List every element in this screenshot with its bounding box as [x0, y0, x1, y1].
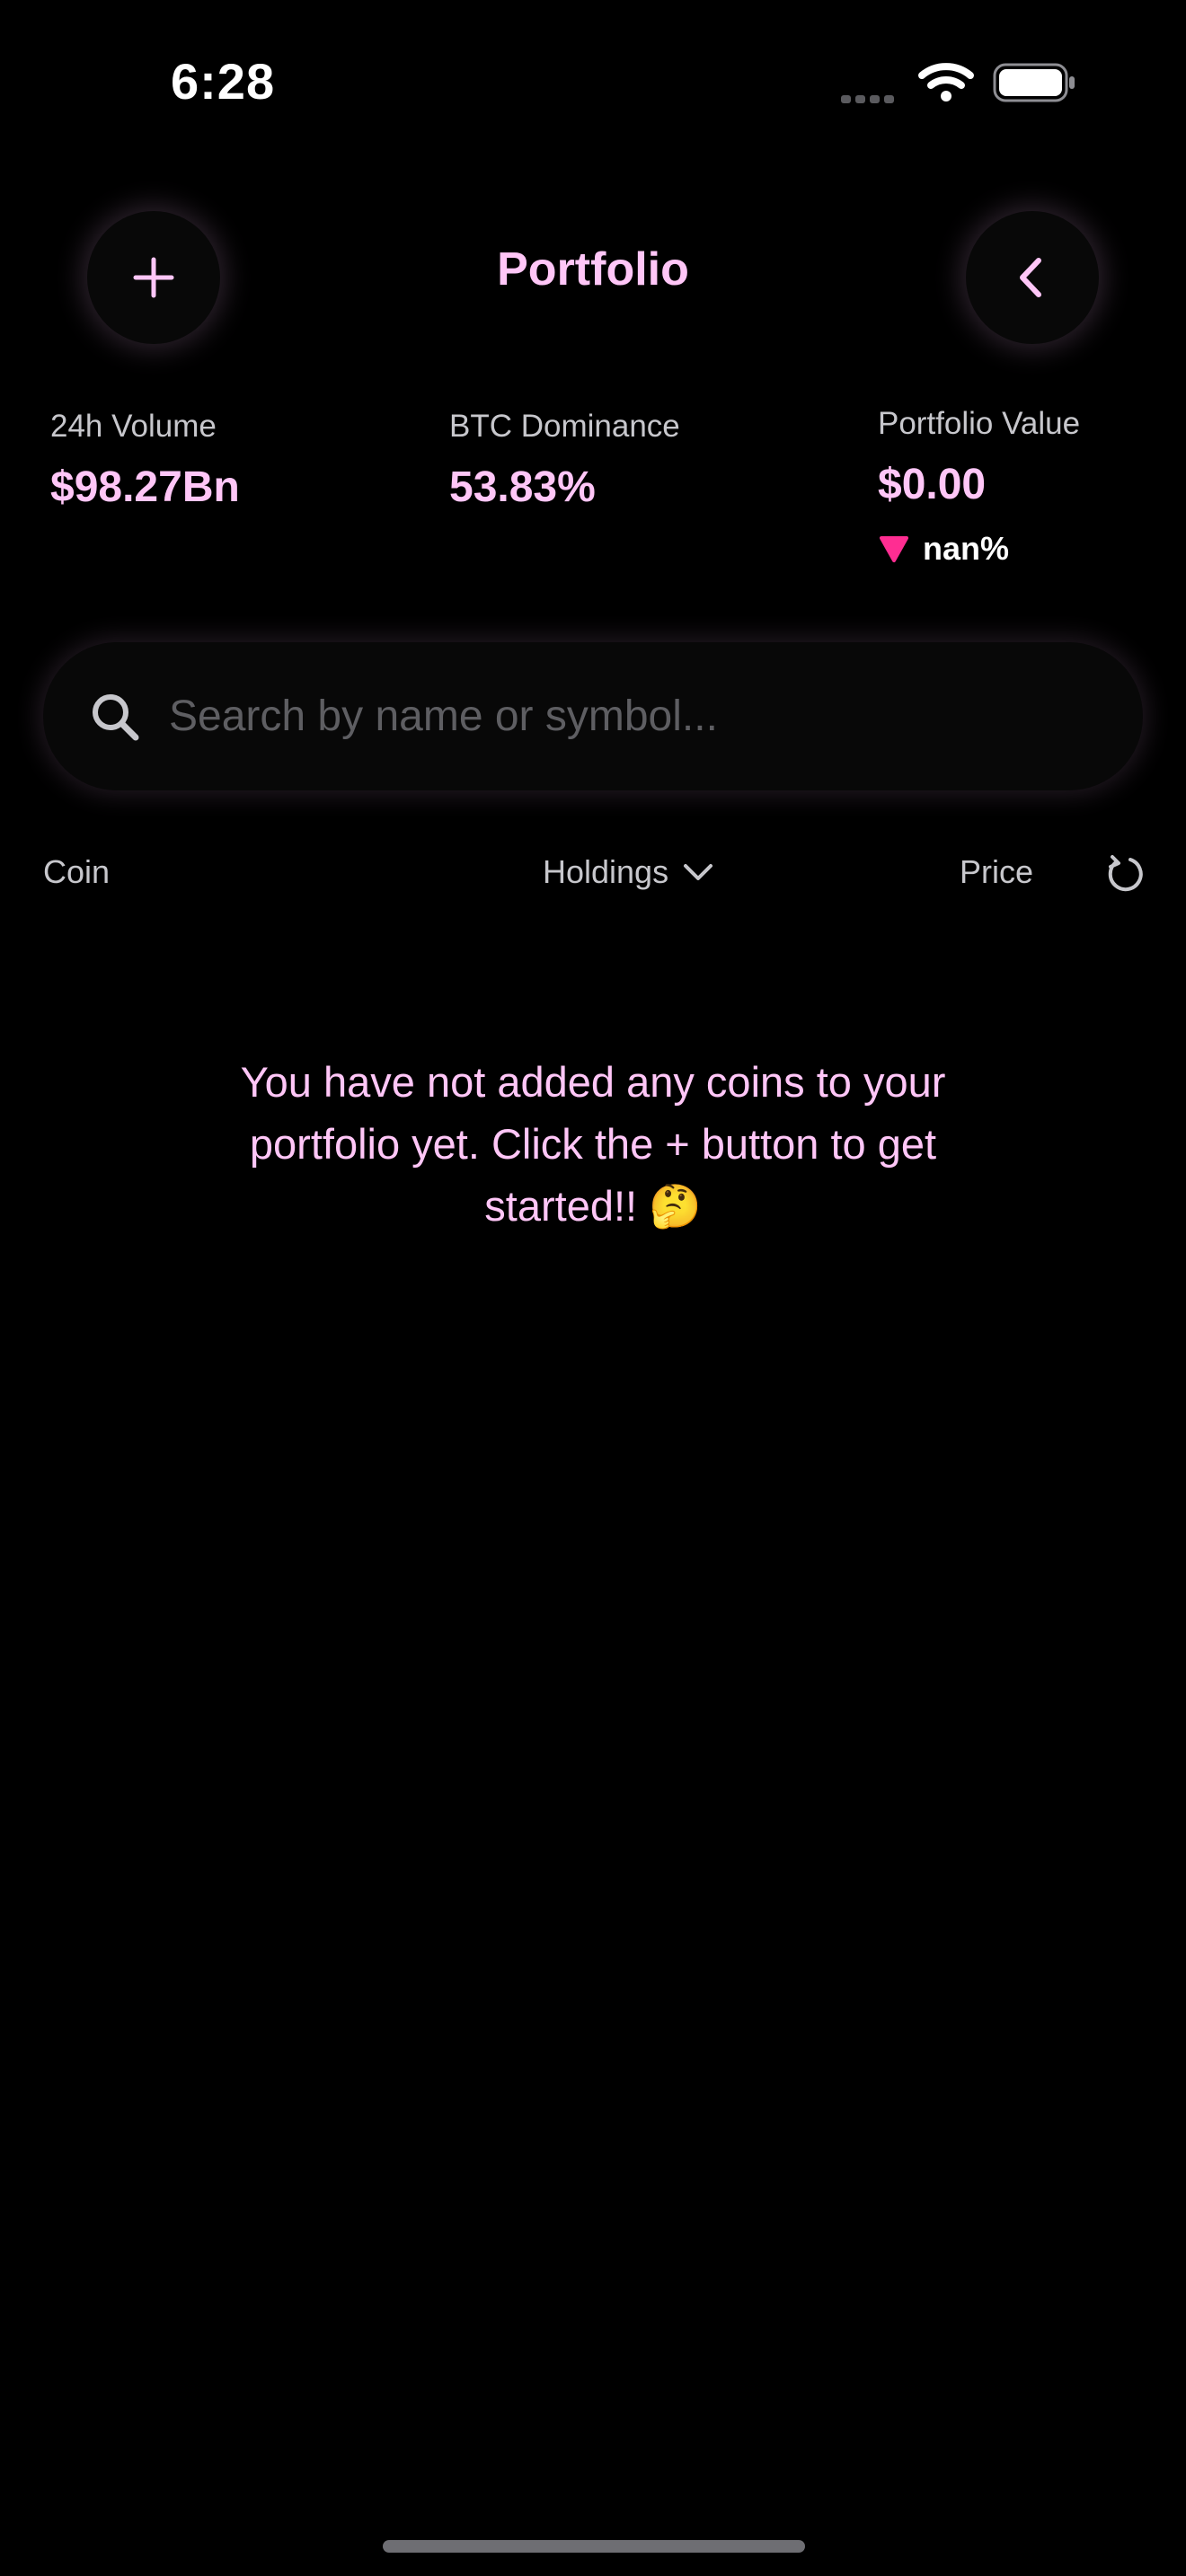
- column-header-price[interactable]: Price: [960, 853, 1033, 891]
- search-input[interactable]: [167, 691, 1069, 742]
- column-header-coin[interactable]: Coin: [43, 853, 110, 891]
- triangle-down-icon: [880, 536, 908, 562]
- stat-label-volume: 24h Volume: [50, 409, 217, 444]
- empty-portfolio-message: You have not added any coins to your por…: [240, 1058, 946, 1230]
- stat-value-portfolio-value: $0.00: [878, 461, 987, 508]
- battery-icon: [993, 63, 1075, 102]
- wifi-icon: [918, 63, 974, 101]
- column-header-holdings[interactable]: Holdings: [543, 853, 715, 891]
- status-icons: [841, 63, 1075, 103]
- status-time: 6:28: [171, 53, 276, 110]
- home-indicator[interactable]: [383, 2540, 805, 2553]
- chevron-down-icon: [684, 864, 713, 880]
- column-header-holdings-label: Holdings: [543, 853, 669, 890]
- plus-icon: [133, 257, 174, 298]
- reload-icon[interactable]: [1103, 851, 1146, 895]
- portfolio-change: nan%: [878, 530, 1009, 568]
- stat-value-volume: $98.27Bn: [50, 463, 240, 511]
- stat-value-btc-dominance: 53.83%: [449, 463, 596, 511]
- cellular-signal-icon: [841, 95, 894, 103]
- stat-label-btc-dominance: BTC Dominance: [449, 409, 680, 444]
- back-button[interactable]: [966, 211, 1099, 344]
- search-icon: [93, 693, 139, 740]
- portfolio-change-percent: nan%: [923, 530, 1010, 567]
- add-coin-button[interactable]: [87, 211, 220, 344]
- page-title: Portfolio: [497, 243, 689, 296]
- search-bar[interactable]: [43, 642, 1143, 790]
- chevron-left-icon: [1020, 258, 1041, 297]
- stat-label-portfolio-value: Portfolio Value: [878, 406, 1081, 441]
